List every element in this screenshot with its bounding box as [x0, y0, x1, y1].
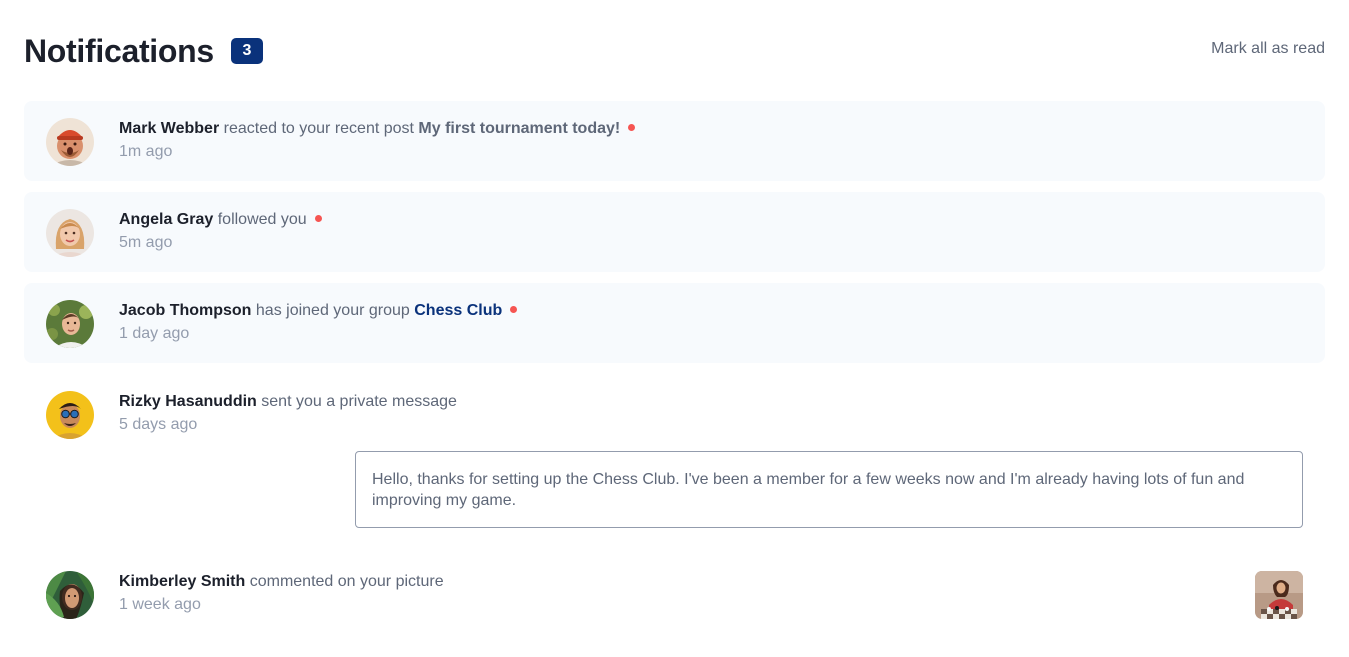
notification-time: 5m ago	[119, 234, 173, 251]
notification-time: 1m ago	[119, 143, 173, 160]
avatar-mark-webber-icon[interactable]	[46, 118, 94, 166]
notification-time: 1 day ago	[119, 325, 190, 342]
notification-content: Rizky Hasanuddin sent you a private mess…	[119, 392, 1305, 435]
notification-action: has joined your group	[255, 302, 410, 319]
user-name-link[interactable]: Jacob Thompson	[119, 302, 251, 319]
avatar-angela-gray-icon[interactable]	[46, 209, 94, 257]
unread-dot-icon	[314, 215, 322, 222]
notification-item[interactable]: Angela Gray followed you 5m ago	[24, 192, 1325, 272]
notification-content: Angela Gray followed you 5m ago	[119, 210, 1305, 253]
notification-time: 1 week ago	[119, 596, 201, 613]
user-name-link[interactable]: Kimberley Smith	[119, 573, 245, 590]
notification-text: Kimberley Smith commented on your pictur…	[119, 572, 1305, 592]
post-link[interactable]: My first tournament today!	[418, 120, 620, 137]
notification-item[interactable]: Kimberley Smith commented on your pictur…	[24, 554, 1325, 634]
notification-action: followed you	[217, 211, 307, 228]
unread-dot-icon	[628, 124, 636, 131]
notification-text: Angela Gray followed you	[119, 210, 1305, 230]
notifications-page: Notifications 3 Mark all as read Mark We…	[0, 0, 1349, 657]
chess-picture-thumbnail-icon[interactable]	[1255, 571, 1303, 619]
notification-content: Mark Webber reacted to your recent post …	[119, 119, 1305, 162]
notification-content: Jacob Thompson has joined your group Che…	[119, 301, 1305, 344]
notifications-header: Notifications 3 Mark all as read	[24, 30, 1325, 72]
notification-text: Rizky Hasanuddin sent you a private mess…	[119, 392, 1305, 412]
page-title: Notifications	[24, 32, 214, 69]
notification-text: Mark Webber reacted to your recent post …	[119, 119, 1305, 139]
notification-action: commented on your picture	[249, 573, 444, 590]
avatar-kimberley-smith-icon[interactable]	[46, 571, 94, 619]
user-name-link[interactable]: Rizky Hasanuddin	[119, 393, 257, 410]
notification-action: reacted to your recent post	[223, 120, 414, 137]
notification-action: sent you a private message	[261, 393, 457, 410]
avatar-rizky-hasanuddin-icon[interactable]	[46, 391, 94, 439]
notification-text: Jacob Thompson has joined your group Che…	[119, 301, 1305, 321]
unread-count-badge: 3	[230, 38, 263, 64]
private-message-box[interactable]: Hello, thanks for setting up the Chess C…	[355, 451, 1303, 528]
user-name-link[interactable]: Angela Gray	[119, 211, 213, 228]
notification-content: Kimberley Smith commented on your pictur…	[119, 572, 1305, 615]
group-link[interactable]: Chess Club	[414, 302, 502, 319]
notification-item[interactable]: Mark Webber reacted to your recent post …	[24, 101, 1325, 181]
avatar-jacob-thompson-icon[interactable]	[46, 300, 94, 348]
notification-item[interactable]: Rizky Hasanuddin sent you a private mess…	[24, 374, 1325, 454]
title-group: Notifications 3	[24, 33, 263, 70]
mark-all-as-read-button[interactable]: Mark all as read	[1211, 40, 1325, 58]
user-name-link[interactable]: Mark Webber	[119, 120, 219, 137]
notification-item[interactable]: Jacob Thompson has joined your group Che…	[24, 283, 1325, 363]
notification-time: 5 days ago	[119, 416, 198, 433]
unread-dot-icon	[510, 306, 518, 313]
